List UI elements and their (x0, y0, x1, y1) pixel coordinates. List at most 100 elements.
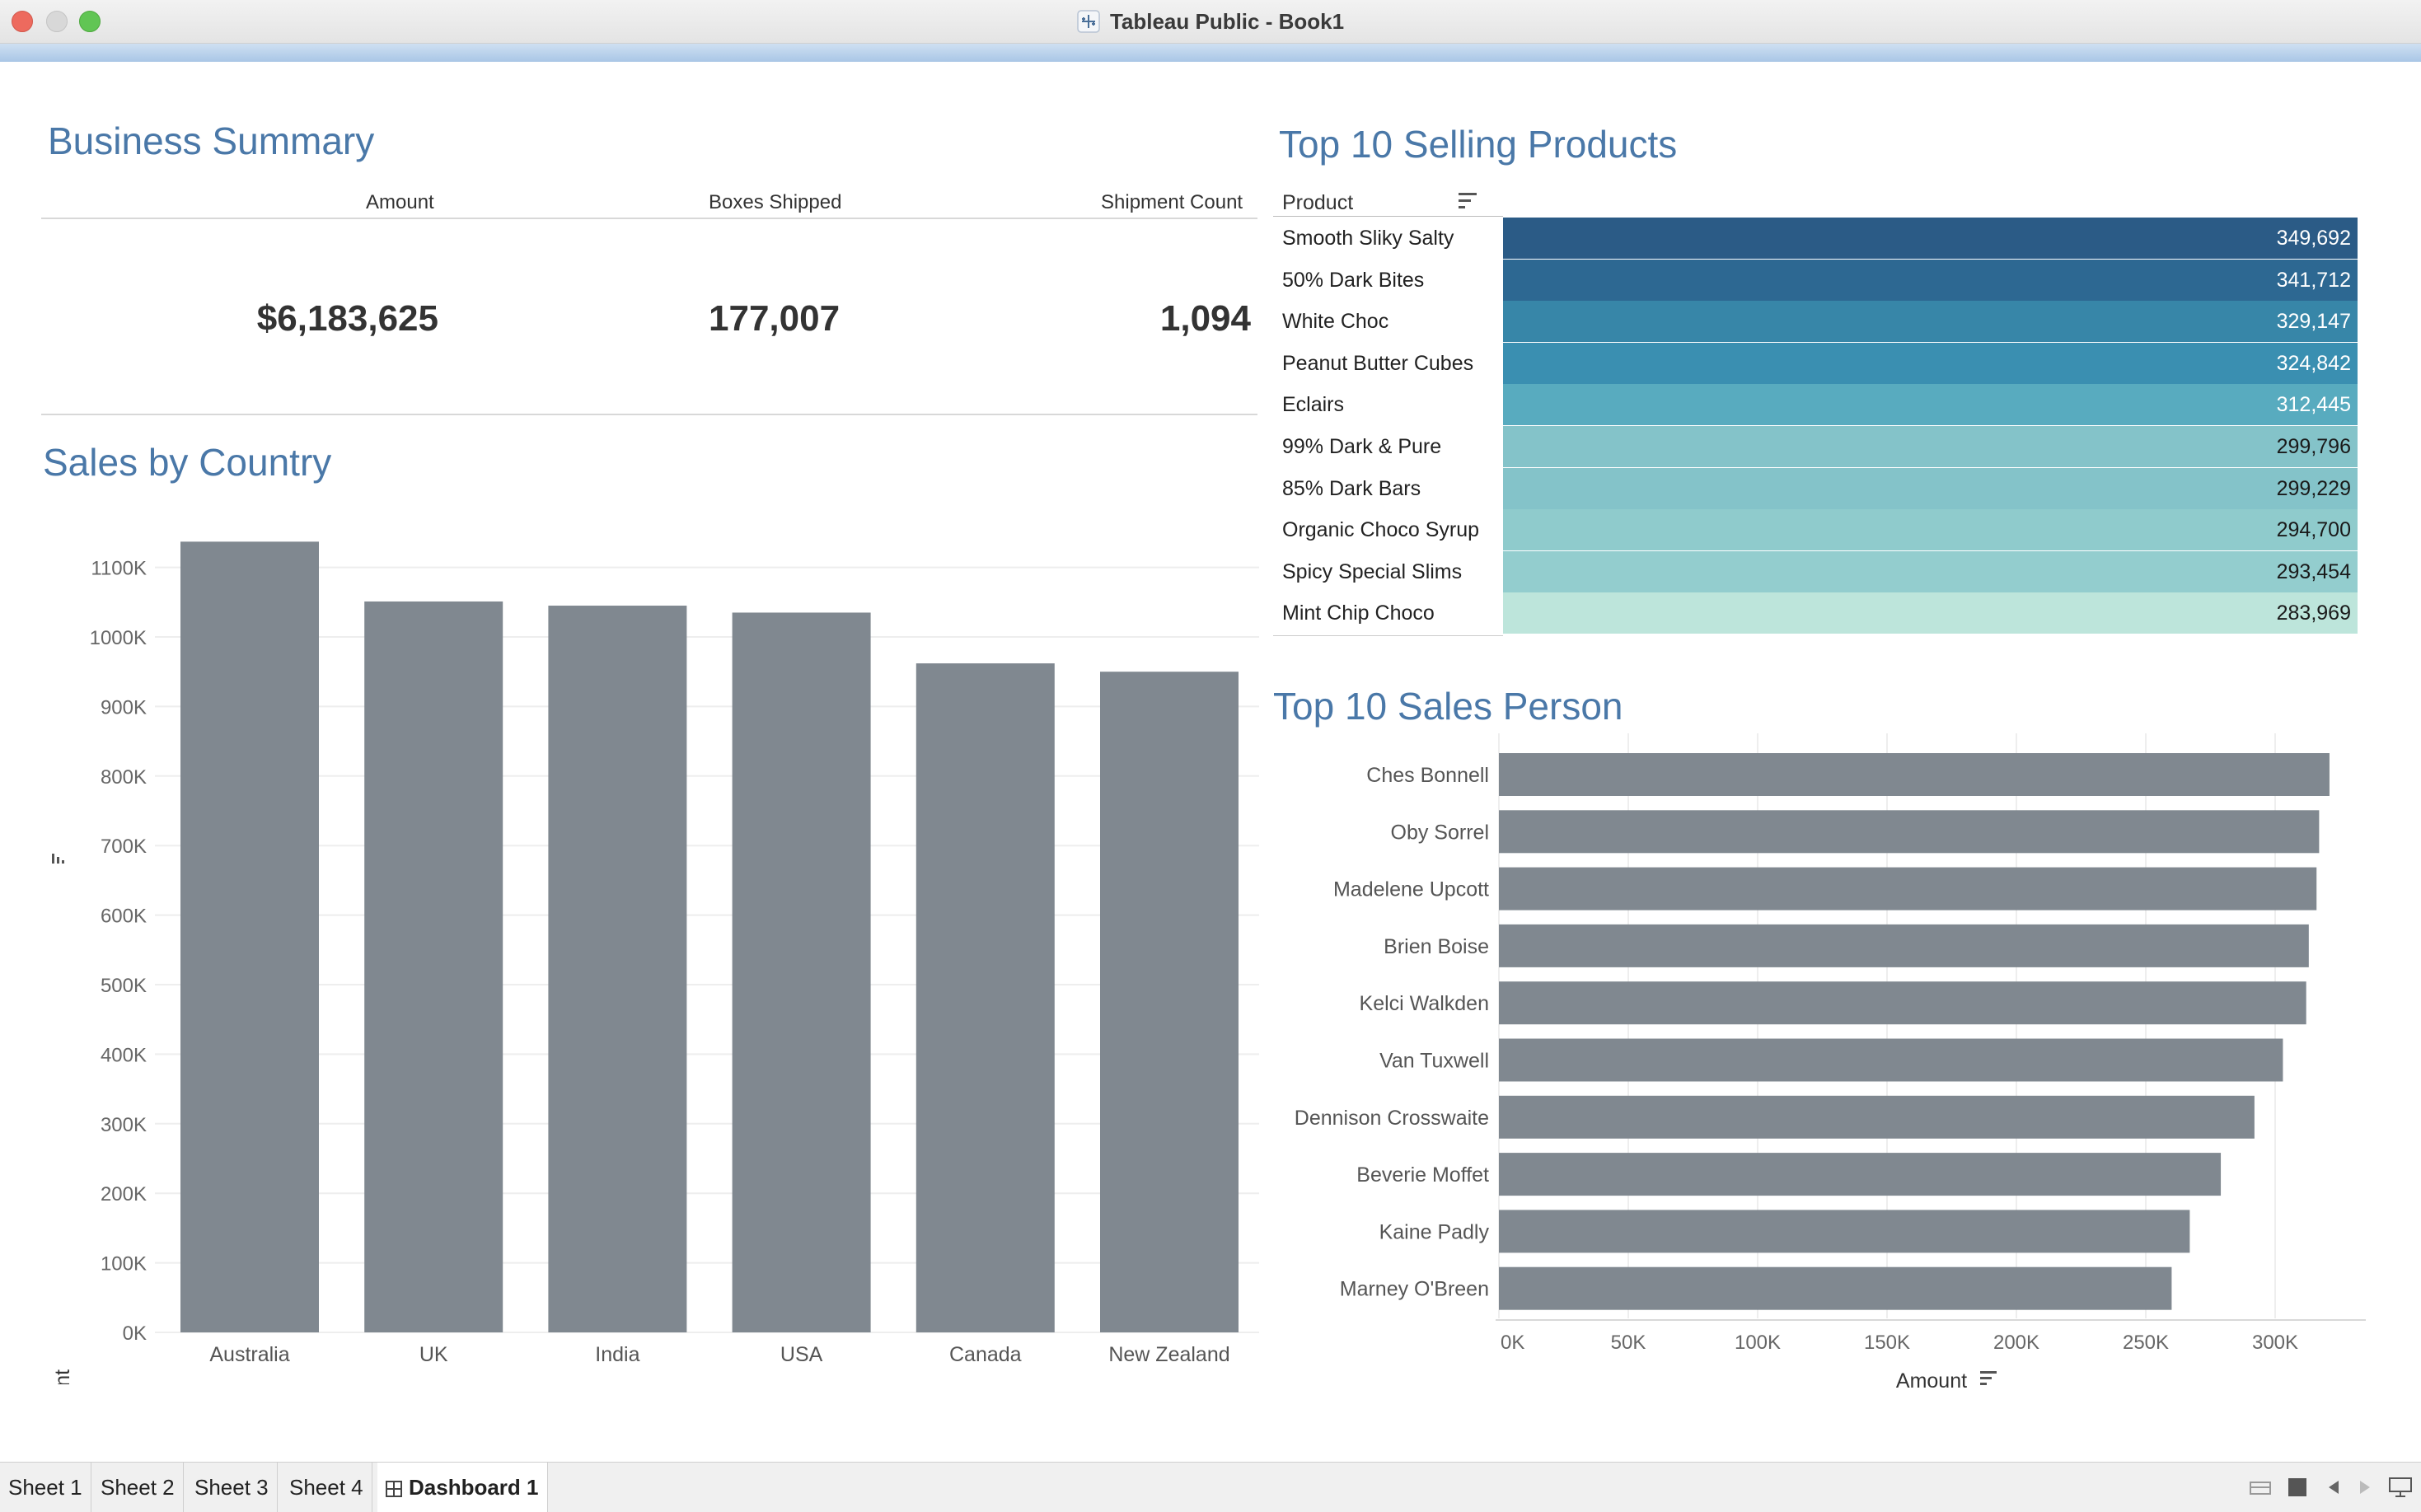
product-value-cell: 299,229 (1503, 467, 2358, 509)
tab-sheet-2[interactable]: Sheet 2 (92, 1463, 184, 1512)
person-x-axis-title: Amount (1896, 1369, 1967, 1393)
y-tick-label: 0K (123, 1322, 147, 1345)
y-tick-label: 700K (101, 836, 147, 858)
salesperson-bar[interactable] (1499, 1153, 2222, 1196)
table-row[interactable]: Organic Choco Syrup 294,700 (1273, 509, 2358, 551)
table-row[interactable]: White Choc 329,147 (1273, 301, 2358, 343)
product-name: White Choc (1282, 310, 1389, 334)
previous-sheet-icon[interactable] (2327, 1463, 2340, 1512)
country-bar[interactable] (1100, 672, 1239, 1332)
product-name: Smooth Sliky Salty (1282, 227, 1454, 250)
salesperson-bar[interactable] (1499, 1266, 2172, 1310)
toolbar-strip (0, 44, 2421, 62)
salesperson-bar[interactable] (1499, 924, 2309, 967)
salesperson-bar[interactable] (1499, 867, 2317, 910)
sort-icon[interactable] (1980, 1371, 1997, 1385)
x-tick-label: 250K (2123, 1332, 2169, 1354)
x-tick-label: 300K (2252, 1332, 2298, 1354)
product-value-cell: 324,842 (1503, 342, 2358, 384)
product-name: 99% Dark & Pure (1282, 435, 1442, 458)
x-tick-label: 150K (1864, 1332, 1910, 1354)
tab-sheet-1[interactable]: Sheet 1 (0, 1463, 91, 1512)
top-sales-person-title: Top 10 Sales Person (1273, 685, 1623, 728)
salesperson-bar[interactable] (1499, 753, 2330, 796)
salesperson-bar[interactable] (1499, 810, 2320, 854)
product-name: Mint Chip Choco (1282, 602, 1435, 625)
window-title: Tableau Public - Book1 (1109, 8, 1345, 34)
product-value-cell: 341,712 (1503, 259, 2358, 301)
product-name: Peanut Butter Cubes (1282, 351, 1474, 375)
x-tick-label: 100K (1735, 1332, 1781, 1354)
product-value-cell: 299,796 (1503, 426, 2358, 467)
amount-header: Amount (366, 191, 434, 213)
salesperson-bar[interactable] (1499, 1038, 2283, 1082)
sales-by-country-chart: 0K 100K 200K 300K 400K 500K 600K 700K 800K 900K 10… (51, 541, 1259, 1384)
country-bars (180, 541, 1239, 1332)
tab-dashboard-1[interactable]: Dashboard 1 (377, 1463, 548, 1512)
y-tick-label: 1000K (90, 627, 147, 649)
y-tick-label: 800K (101, 766, 147, 789)
table-row[interactable]: 85% Dark Bars 299,229 (1273, 467, 2358, 509)
country-bar[interactable] (180, 541, 319, 1332)
title-bar: Tableau Public - Book1 (0, 0, 2421, 44)
table-row[interactable]: Eclairs 312,445 (1273, 384, 2358, 426)
tab-sheet-4[interactable]: Sheet 4 (281, 1463, 372, 1512)
presentation-mode-icon[interactable] (2388, 1463, 2413, 1512)
x-tick-label: 50K (1611, 1332, 1646, 1354)
sheet-tab-bar: Sheet 1 Sheet 2 Sheet 3 Sheet 4 Dashboar… (0, 1462, 2421, 1512)
product-name: Eclairs (1282, 393, 1345, 417)
salesperson-bar[interactable] (1499, 1210, 2190, 1253)
product-value-cell: 312,445 (1503, 384, 2358, 426)
salesperson-label: Kelci Walkden (1360, 992, 1489, 1015)
summary-header-divider (41, 218, 1257, 219)
y-tick-label: 400K (101, 1044, 147, 1066)
boxes-shipped-header: Boxes Shipped (709, 191, 842, 213)
country-x-ticks: Australia UK India USA Canada New Zealand (209, 1343, 1229, 1366)
product-name: Organic Choco Syrup (1282, 518, 1480, 542)
y-tick-label: 500K (101, 975, 147, 997)
shipment-count-header: Shipment Count (1101, 191, 1243, 213)
tab-label: Dashboard 1 (409, 1475, 539, 1500)
sort-descending-icon[interactable] (1459, 193, 1478, 209)
next-sheet-icon[interactable] (2358, 1463, 2372, 1512)
table-row[interactable]: Mint Chip Choco 283,969 (1273, 592, 2358, 634)
table-row[interactable]: Spicy Special Slims 293,454 (1273, 550, 2358, 592)
table-row[interactable]: 99% Dark & Pure 299,796 (1273, 426, 2358, 467)
salesperson-label: Van Tuxwell (1379, 1050, 1489, 1073)
show-sheet-sorter-icon[interactable] (2250, 1463, 2271, 1512)
salesperson-bar[interactable] (1499, 1095, 2255, 1139)
tab-label: Sheet 2 (101, 1475, 175, 1500)
tab-label: Sheet 4 (289, 1475, 363, 1500)
country-bar[interactable] (548, 606, 687, 1332)
country-gridlines (155, 566, 1259, 1333)
salesperson-bar[interactable] (1499, 981, 2306, 1025)
top-products-title: Top 10 Selling Products (1279, 123, 1678, 166)
summary-bottom-divider (41, 414, 1257, 415)
x-tick-label: India (595, 1343, 639, 1366)
x-tick-label: Australia (209, 1343, 289, 1366)
top-sales-person-chart: Ches Bonnell Oby Sorrel Madelene Upcott Bri… (1295, 733, 2366, 1393)
person-name-labels: Ches Bonnell Oby Sorrel Madelene Upcott Bri… (1295, 764, 1490, 1301)
product-name: Spicy Special Slims (1282, 559, 1463, 583)
table-row[interactable]: Peanut Butter Cubes 324,842 (1273, 342, 2358, 384)
person-bars (1499, 753, 2330, 1310)
product-value-cell: 349,692 (1503, 218, 2358, 259)
country-bar[interactable] (915, 663, 1055, 1332)
sort-icon[interactable] (52, 854, 64, 864)
tableau-logo-icon (1077, 10, 1100, 33)
salesperson-label: Ches Bonnell (1366, 764, 1489, 787)
y-tick-label: 200K (101, 1183, 147, 1205)
tab-sheet-3[interactable]: Sheet 3 (186, 1463, 278, 1512)
show-tabs-icon[interactable] (2288, 1463, 2307, 1512)
x-tick-label: USA (780, 1343, 823, 1366)
country-bar[interactable] (364, 601, 503, 1332)
product-table-bottom (1273, 635, 1503, 636)
x-tick-label: New Zealand (1108, 1343, 1229, 1366)
salesperson-label: Brien Boise (1384, 935, 1489, 958)
y-tick-label: 600K (101, 906, 147, 928)
table-row[interactable]: Smooth Sliky Salty 349,692 (1273, 218, 2358, 259)
tab-label: Sheet 1 (8, 1475, 82, 1500)
country-bar[interactable] (732, 612, 871, 1332)
boxes-shipped-value: 177,007 (709, 298, 841, 339)
table-row[interactable]: 50% Dark Bites 341,712 (1273, 259, 2358, 301)
